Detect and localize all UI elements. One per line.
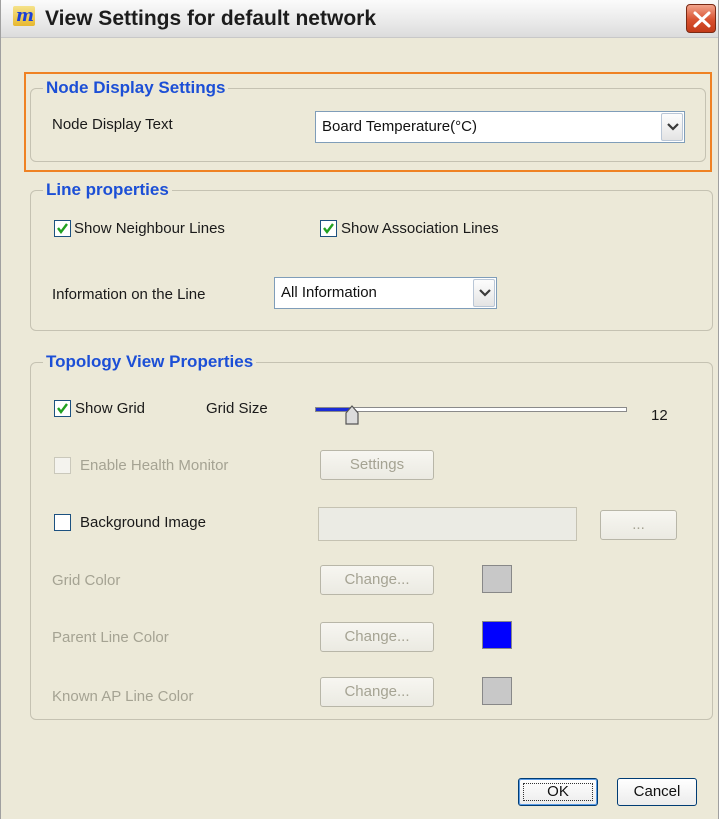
node-display-text-value: Board Temperature(°C) — [322, 118, 477, 135]
line-properties-legend: Line properties — [43, 179, 172, 201]
checkmark-icon — [57, 223, 68, 234]
background-image-label[interactable]: Background Image — [80, 513, 206, 533]
show-neighbour-lines-checkbox[interactable] — [54, 220, 71, 237]
grid-color-label: Grid Color — [52, 572, 121, 589]
node-display-text-label: Node Display Text — [52, 116, 173, 133]
topology-view-legend: Topology View Properties — [43, 351, 257, 373]
parent-line-color-label: Parent Line Color — [52, 629, 169, 646]
ok-button-label: OK — [547, 783, 569, 800]
ok-button[interactable]: OK — [518, 778, 598, 806]
information-on-line-label: Information on the Line — [52, 286, 206, 303]
grid-size-value: 12 — [651, 407, 668, 424]
known-ap-line-color-change-button[interactable]: Change... — [320, 677, 434, 707]
checkmark-icon — [323, 223, 334, 234]
grid-color-swatch — [482, 565, 512, 593]
parent-line-color-swatch — [482, 621, 512, 649]
show-grid-label[interactable]: Show Grid — [75, 399, 145, 419]
information-on-line-value: All Information — [281, 284, 377, 301]
browse-button[interactable]: ... — [600, 510, 677, 540]
enable-health-monitor-checkbox[interactable] — [54, 457, 71, 474]
dropdown-arrow-button[interactable] — [473, 279, 495, 307]
checkmark-icon — [57, 403, 68, 414]
node-display-legend: Node Display Settings — [43, 77, 229, 99]
grid-size-slider-thumb[interactable] — [344, 404, 360, 426]
chevron-down-icon — [667, 123, 679, 131]
information-on-line-dropdown[interactable]: All Information — [274, 277, 497, 309]
health-settings-button[interactable]: Settings — [320, 450, 434, 480]
title-bar[interactable]: m View Settings for default network — [1, 0, 718, 38]
grid-size-slider[interactable] — [315, 407, 627, 412]
line-properties-group: Line properties — [30, 179, 713, 331]
show-association-lines-checkbox[interactable] — [320, 220, 337, 237]
app-icon: m — [13, 6, 35, 26]
dropdown-arrow-button[interactable] — [661, 113, 683, 141]
parent-line-color-change-button[interactable]: Change... — [320, 622, 434, 652]
show-association-lines-label[interactable]: Show Association Lines — [341, 219, 499, 239]
known-ap-line-color-label: Known AP Line Color — [52, 688, 194, 705]
known-ap-line-color-swatch — [482, 677, 512, 705]
node-display-text-dropdown[interactable]: Board Temperature(°C) — [315, 111, 685, 143]
grid-color-change-button[interactable]: Change... — [320, 565, 434, 595]
enable-health-monitor-label[interactable]: Enable Health Monitor — [80, 456, 228, 476]
background-image-path-field[interactable] — [318, 507, 577, 541]
dialog-title: View Settings for default network — [45, 7, 376, 30]
chevron-down-icon — [479, 289, 491, 297]
settings-dialog: m View Settings for default network Node… — [0, 0, 719, 819]
close-button[interactable] — [686, 4, 716, 33]
cancel-button-label: Cancel — [633, 783, 681, 800]
background-image-checkbox[interactable] — [54, 514, 71, 531]
show-grid-checkbox[interactable] — [54, 400, 71, 417]
grid-size-label: Grid Size — [206, 400, 268, 417]
show-neighbour-lines-label[interactable]: Show Neighbour Lines — [74, 219, 225, 239]
close-icon — [693, 11, 711, 28]
cancel-button[interactable]: Cancel — [617, 778, 697, 806]
